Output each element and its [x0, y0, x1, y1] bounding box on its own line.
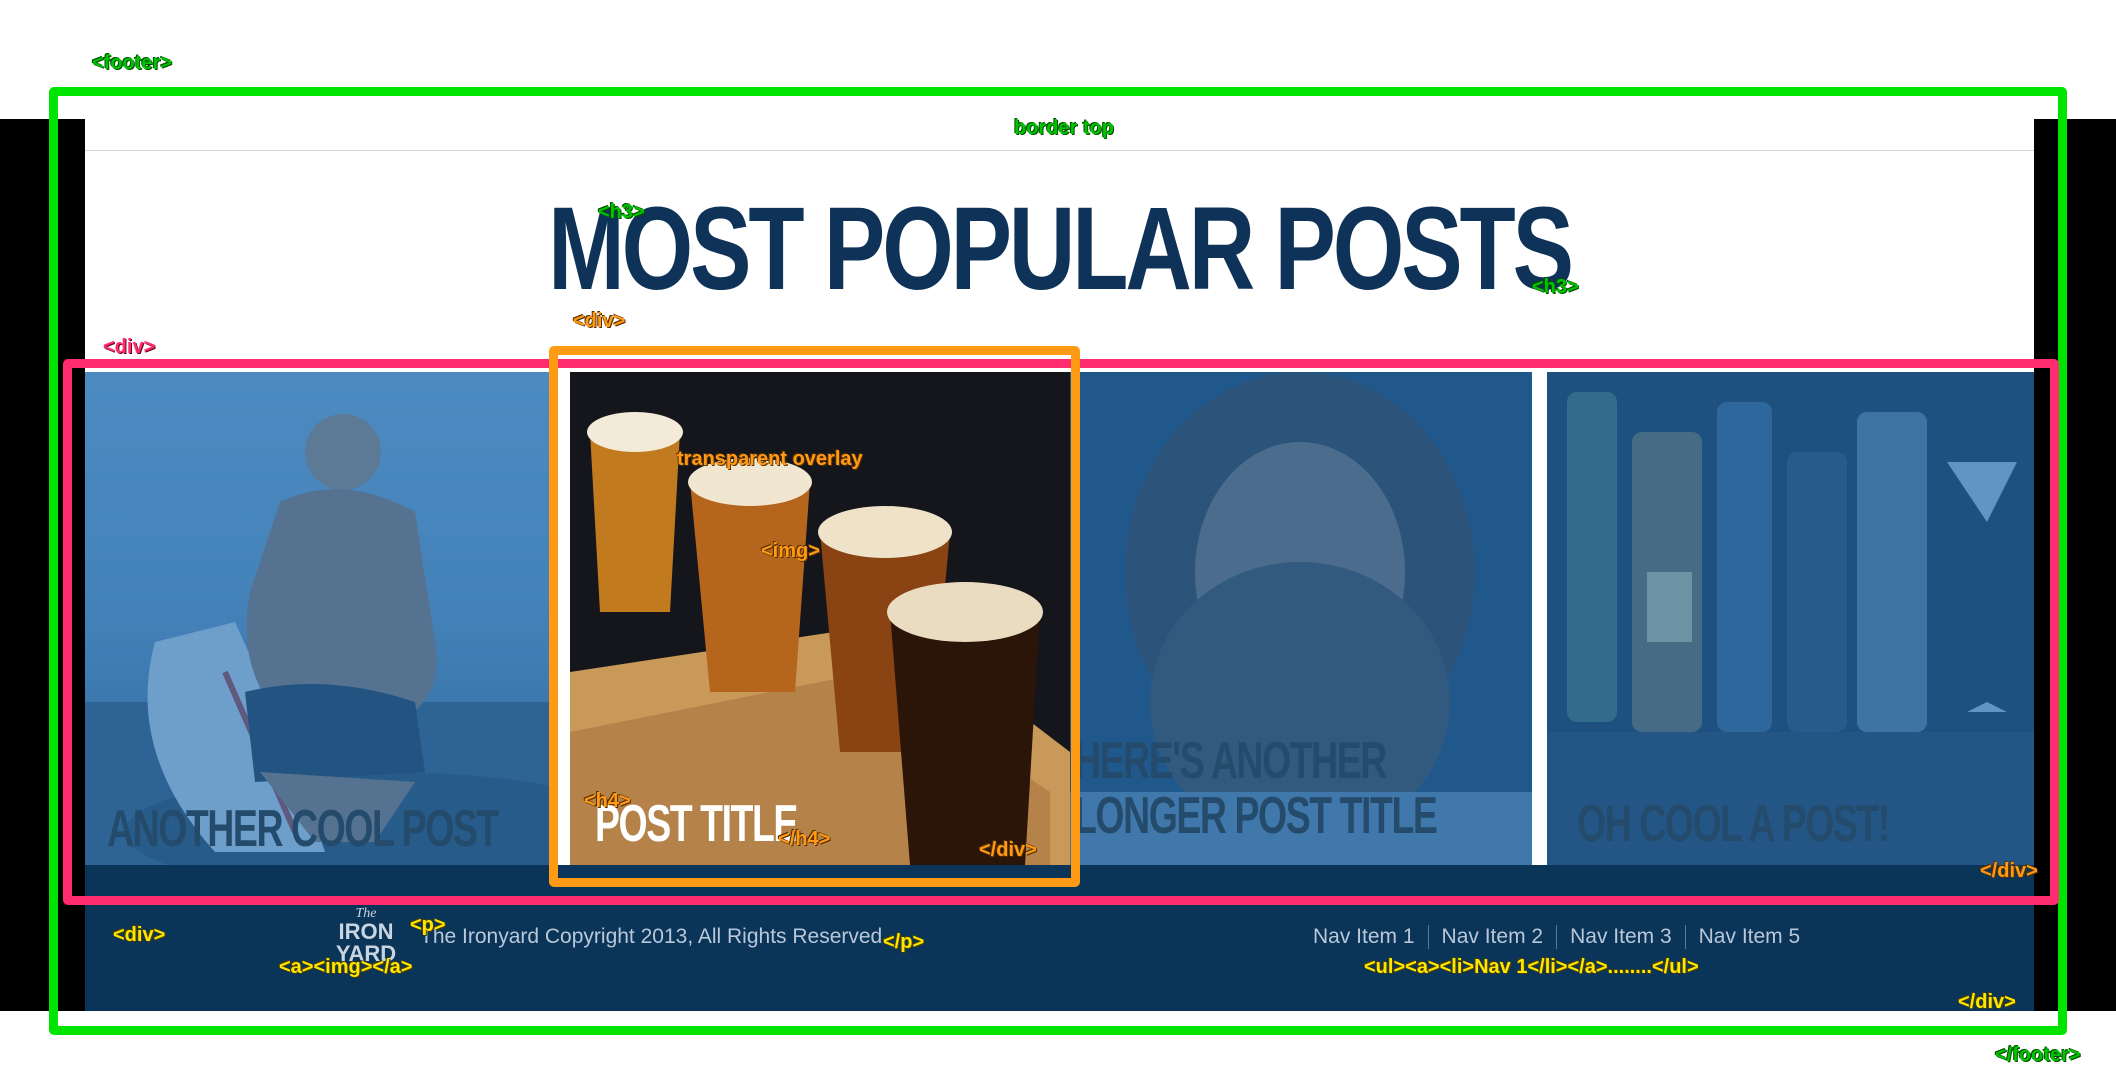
annotation-footer-close: </footer>: [1995, 1044, 2081, 1066]
post-3-title[interactable]: HERE'S ANOTHER LONGER POST TITLE: [1074, 732, 1438, 845]
footer-border-top: [85, 150, 2034, 151]
post-2-image: [570, 372, 1070, 865]
footer-nav: Nav Item 1 Nav Item 2 Nav Item 3 Nav Ite…: [1300, 925, 1813, 949]
post-1-overlay: [85, 372, 555, 865]
footer-nav-item-3[interactable]: Nav Item 3: [1556, 925, 1685, 949]
ironyard-logo-link[interactable]: The IRON YARD: [330, 903, 402, 966]
most-popular-heading: MOST POPULAR POSTS: [548, 183, 1574, 315]
annotation-footer-open: <footer>: [92, 52, 173, 74]
post-card-4[interactable]: OH COOL A POST!: [1547, 372, 2034, 865]
logo-yard: YARD: [336, 941, 396, 963]
footer-nav-item-1[interactable]: Nav Item 1: [1300, 925, 1428, 949]
post-4-overlay: [1547, 372, 2034, 865]
post-card-2[interactable]: POST TITLE: [570, 372, 1070, 865]
footer-nav-item-5[interactable]: Nav Item 5: [1684, 925, 1814, 949]
ironyard-logo: The IRON YARD: [336, 906, 396, 966]
popular-posts-row: ANOTHER COOL POST POST TITLE HERE'S ANOT…: [85, 372, 2034, 865]
copyright-text: The Ironyard Copyright 2013, All Rights …: [420, 925, 883, 948]
post-card-3[interactable]: HERE'S ANOTHER LONGER POST TITLE: [1070, 372, 1532, 865]
post-3-title-line-2: LONGER POST TITLE: [1074, 786, 1438, 845]
post-2-title[interactable]: POST TITLE: [595, 797, 798, 852]
post-card-1[interactable]: ANOTHER COOL POST: [85, 372, 555, 865]
right-black-strip: [2034, 119, 2116, 1011]
footer-nav-item-2[interactable]: Nav Item 2: [1427, 925, 1557, 949]
post-3-title-line-1: HERE'S ANOTHER: [1074, 732, 1387, 790]
post-1-title[interactable]: ANOTHER COOL POST: [107, 802, 499, 857]
left-black-strip: [0, 119, 85, 1011]
post-4-title[interactable]: OH COOL A POST!: [1577, 797, 1890, 852]
